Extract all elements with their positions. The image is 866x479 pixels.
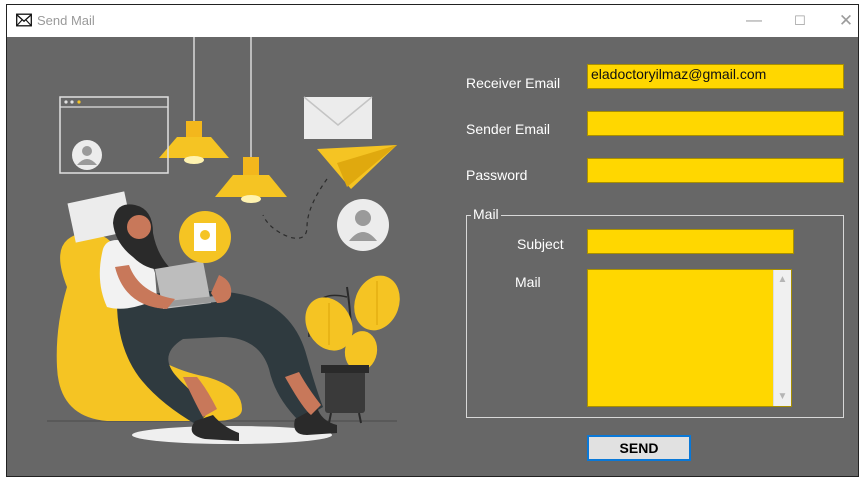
title-bar: Send Mail — ☐ ✕ <box>7 5 858 37</box>
mail-body-textarea[interactable]: ▲ ▼ <box>587 269 792 407</box>
envelope-icon <box>16 13 32 27</box>
form-client-area: Receiver Email eladoctoryilmaz@gmail.com… <box>7 37 858 476</box>
mail-scrollbar[interactable]: ▲ ▼ <box>773 270 791 406</box>
subject-label: Subject <box>517 236 564 252</box>
receiver-email-input[interactable]: eladoctoryilmaz@gmail.com <box>587 64 844 89</box>
mail-label: Mail <box>515 274 541 290</box>
scroll-up-icon[interactable]: ▲ <box>774 274 791 285</box>
receiver-email-label: Receiver Email <box>466 75 561 91</box>
mail-group-title: Mail <box>471 206 501 222</box>
close-icon[interactable]: ✕ <box>823 9 858 33</box>
send-mail-window: Send Mail — ☐ ✕ Receiver Email eladoctor… <box>6 4 859 477</box>
window-title: Send Mail <box>37 13 95 28</box>
maximize-icon[interactable]: ☐ <box>777 9 823 33</box>
scroll-down-icon[interactable]: ▼ <box>774 391 791 402</box>
illustration-image <box>47 37 400 444</box>
password-label: Password <box>466 167 528 183</box>
sender-email-input[interactable] <box>587 111 844 136</box>
subject-input[interactable] <box>587 229 794 254</box>
minimize-icon[interactable]: — <box>731 9 777 33</box>
password-input[interactable] <box>587 158 844 183</box>
sender-email-label: Sender Email <box>466 121 551 137</box>
send-button[interactable]: SEND <box>587 435 691 461</box>
